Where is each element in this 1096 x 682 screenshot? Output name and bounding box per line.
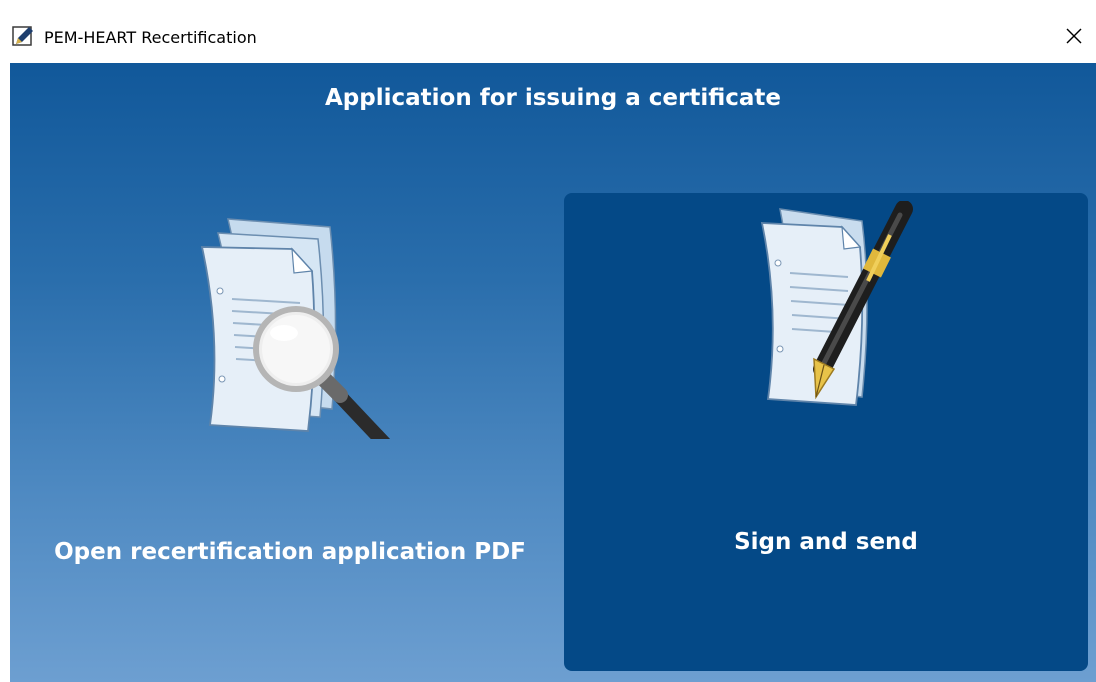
open-pdf-button[interactable]: Open recertification application PDF	[20, 193, 560, 671]
documents-magnifier-icon	[180, 199, 410, 454]
sign-and-send-button[interactable]: Sign and send	[564, 193, 1088, 671]
sign-and-send-label: Sign and send	[734, 529, 918, 555]
page-heading: Application for issuing a certificate	[324, 85, 781, 111]
open-pdf-label: Open recertification application PDF	[54, 539, 526, 565]
documents-pen-icon	[744, 200, 914, 411]
main-panel: Application for issuing a certificate Op…	[10, 63, 1096, 682]
window-title: PEM-HEART Recertification	[44, 28, 257, 47]
title-bar[interactable]: PEM-HEART Recertification	[0, 14, 1096, 62]
close-icon	[1066, 28, 1082, 44]
app-window: PEM-HEART Recertification Application fo…	[0, 0, 1096, 682]
close-button[interactable]	[1052, 16, 1096, 56]
pen-document-icon	[12, 25, 34, 47]
